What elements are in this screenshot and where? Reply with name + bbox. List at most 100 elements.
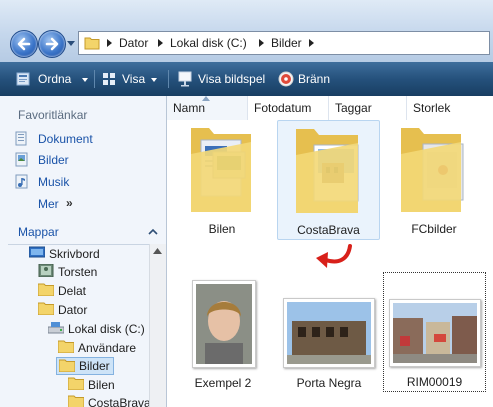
column-header-photo-date[interactable]: Fotodatum (248, 96, 329, 120)
photo-item-rim00019[interactable]: RIM00019 (383, 272, 486, 392)
tree-label: Bilder (79, 359, 110, 373)
tree-item-torsten[interactable]: Torsten (38, 263, 148, 281)
item-label: CostaBrava (297, 223, 360, 237)
view-icon (103, 73, 115, 85)
tree-item-bilen[interactable]: Bilen (68, 376, 148, 394)
column-header-size[interactable]: Storlek (407, 96, 493, 120)
column-header-tags[interactable]: Taggar (329, 96, 407, 120)
more-favorites-link[interactable]: Mer » (38, 196, 88, 212)
address-bar-area: Dator Lokal disk (C:) Bilder (0, 0, 493, 62)
column-header-name[interactable]: Namn (167, 96, 248, 120)
dropdown-arrow-icon (151, 78, 157, 82)
tree-item-delat[interactable]: Delat (38, 282, 148, 300)
folder-icon (84, 37, 100, 50)
folder-icon (68, 377, 84, 390)
tree-item-dator[interactable]: Dator (38, 301, 148, 319)
favorite-label: Dokument (38, 132, 93, 146)
back-button[interactable] (10, 30, 38, 58)
photo-thumbnail (389, 299, 481, 367)
organize-button[interactable]: Ordna (6, 62, 98, 96)
photo-item-porta-negra[interactable]: Porta Negra (277, 272, 381, 397)
favorite-label: Bilder (38, 153, 69, 167)
address-box[interactable]: Dator Lokal disk (C:) Bilder (78, 31, 490, 55)
tree-item-costabrava[interactable]: CostaBrava (68, 394, 149, 407)
expand-chevron-icon: » (66, 196, 73, 210)
folder-thumbnail-icon (401, 128, 464, 212)
tree-item-anvandare[interactable]: Användare (58, 339, 148, 357)
music-icon (15, 174, 28, 189)
column-label: Storlek (413, 101, 451, 115)
item-label: Porta Negra (296, 376, 362, 390)
hard-drive-icon (48, 322, 64, 334)
tree-scrollbar[interactable] (149, 244, 166, 407)
projector-screen-icon (178, 71, 192, 87)
tree-label: Lokal disk (C:) (68, 322, 145, 336)
breadcrumb-local-disk[interactable]: Lokal disk (C:) (170, 36, 247, 50)
folders-title: Mappar (18, 225, 59, 239)
tree-label: Dator (58, 303, 88, 317)
tree-label: Bilen (88, 378, 115, 392)
tree-item-local-disk[interactable]: Lokal disk (C:) (48, 320, 148, 338)
tree-item-bilder-selected[interactable]: Bilder (56, 357, 114, 375)
command-bar: Ordna Visa Visa bildspel Bränn (0, 62, 493, 96)
folder-item-bilen[interactable]: Bilen (177, 122, 267, 240)
organize-label: Ordna (38, 72, 72, 86)
breadcrumb-dator[interactable]: Dator (119, 36, 148, 50)
tree-label: Skrivbord (49, 247, 100, 261)
breadcrumb-bilder[interactable]: Bilder (271, 36, 302, 50)
organize-icon (16, 72, 30, 86)
red-curved-arrow-icon (316, 244, 352, 268)
favorite-bilder[interactable]: Bilder (14, 152, 154, 170)
folders-header[interactable]: Mappar (8, 220, 166, 245)
scroll-up-icon[interactable] (153, 248, 162, 254)
recent-pages-dropdown-icon[interactable] (67, 41, 75, 46)
breadcrumb-separator-icon (158, 39, 163, 47)
landscape-photo-icon (287, 302, 371, 364)
view-label: Visa (122, 72, 146, 86)
folder-item-costabrava[interactable]: CostaBrava (277, 120, 380, 240)
folder-tree: Skrivbord Torsten Delat Dator Lokal disk… (0, 244, 149, 407)
toolbar-divider (94, 70, 95, 88)
tree-label: Delat (58, 284, 87, 298)
folder-icon (38, 302, 54, 315)
column-label: Taggar (335, 101, 372, 115)
folder-item-fcbilder[interactable]: FCbilder (389, 122, 479, 240)
column-headers: Namn Fotodatum Taggar Storlek (167, 96, 493, 121)
favorites-title: Favoritlänkar (18, 108, 88, 122)
breadcrumb-separator-icon (107, 39, 112, 47)
folder-icon (68, 395, 84, 407)
more-label: Mer (38, 197, 59, 211)
portrait-photo-icon (196, 284, 252, 364)
back-arrow-icon (17, 37, 31, 51)
column-label: Namn (173, 101, 206, 115)
favorite-dokument[interactable]: Dokument (14, 131, 154, 149)
slideshow-label: Visa bildspel (198, 72, 266, 86)
favorite-label: Musik (38, 175, 70, 189)
forward-button[interactable] (38, 30, 66, 58)
photo-thumbnail (192, 280, 256, 368)
file-list: Bilen CostaBrava FCbilder Exempel 2 Port… (167, 120, 493, 407)
toolbar-divider (168, 70, 169, 88)
photo-thumbnail (283, 298, 375, 368)
item-label: Bilen (208, 222, 236, 236)
favorite-musik[interactable]: Musik (14, 174, 154, 192)
documents-icon (15, 131, 27, 146)
dropdown-arrow-icon (82, 78, 88, 82)
user-folder-icon (38, 264, 54, 277)
street-photo-icon (393, 303, 477, 363)
burn-label: Bränn (298, 72, 331, 86)
burn-button[interactable]: Bränn (274, 62, 336, 96)
tree-item-skrivbord[interactable]: Skrivbord (29, 245, 147, 263)
folder-thumbnail-icon (296, 129, 359, 213)
burn-disc-icon (278, 71, 294, 87)
folder-icon (59, 359, 75, 372)
view-button[interactable]: Visa (96, 62, 166, 96)
breadcrumb-separator-icon (259, 39, 264, 47)
folder-thumbnail-icon (191, 128, 251, 212)
slideshow-button[interactable]: Visa bildspel (172, 62, 272, 96)
photo-item-exempel-2[interactable]: Exempel 2 (177, 272, 269, 397)
tree-label: Torsten (58, 265, 98, 279)
folder-icon (58, 340, 74, 353)
item-label: FCbilder (411, 222, 457, 236)
collapse-chevron-icon (148, 228, 158, 235)
